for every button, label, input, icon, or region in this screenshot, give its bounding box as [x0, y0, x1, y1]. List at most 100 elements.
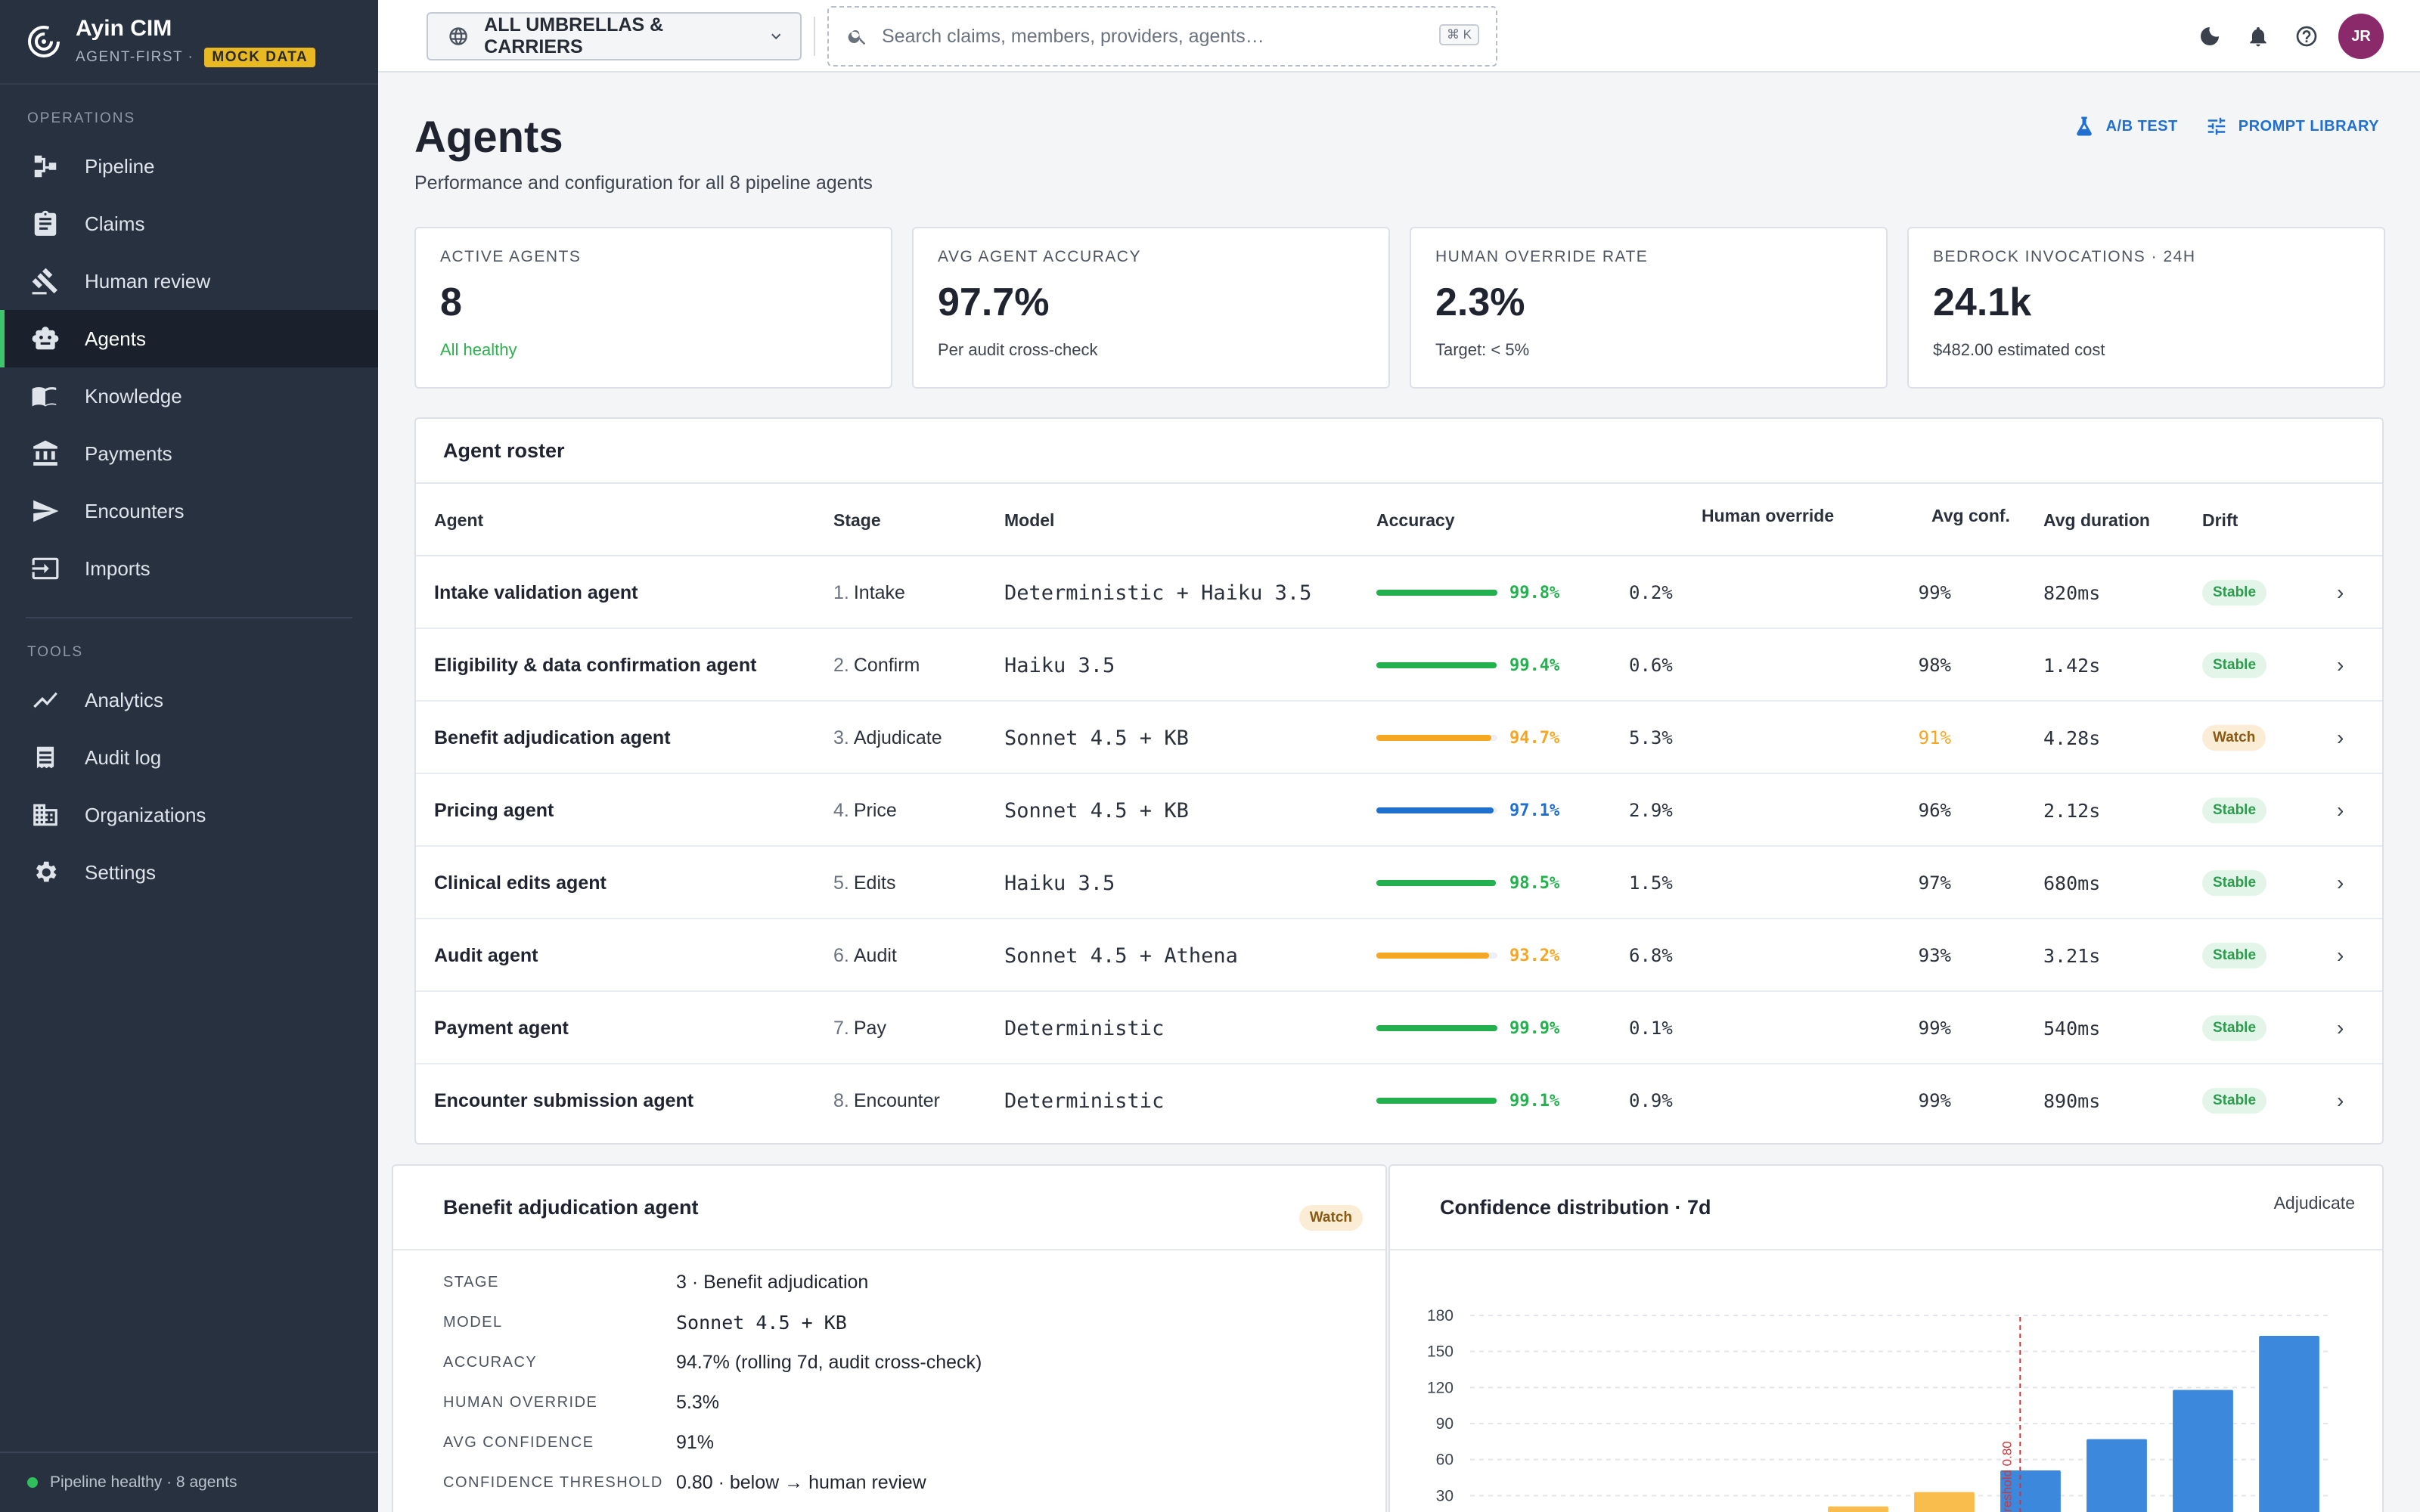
kpi-card: BEDROCK INVOCATIONS · 24H 24.1k $482.00 es…: [1907, 227, 2385, 389]
sidebar-item-settings[interactable]: Settings: [0, 844, 378, 901]
accuracy-bar: [1376, 953, 1497, 959]
detail-field-value: 3 · Benefit adjudication: [676, 1272, 869, 1293]
chevron-right-icon[interactable]: ›: [2337, 556, 2344, 629]
avg-confidence-value: 99%: [1918, 1018, 1951, 1039]
avg-confidence-value: 96%: [1918, 800, 1951, 821]
accuracy-cell: 98.5%: [1376, 847, 1559, 919]
col-drift[interactable]: Drift: [2202, 484, 2238, 556]
detail-field-key: STAGE: [443, 1274, 499, 1290]
col-accuracy[interactable]: Accuracy: [1376, 484, 1455, 556]
scope-selector[interactable]: ALL UMBRELLAS & CARRIERS: [427, 12, 802, 60]
chevron-right-icon[interactable]: ›: [2337, 919, 2344, 992]
sidebar-item-label: Claims: [85, 212, 145, 235]
confidence-chart-panel: Confidence distribution · 7d Adjudicate …: [1388, 1164, 2384, 1512]
global-search[interactable]: Search claims, members, providers, agent…: [827, 6, 1497, 67]
agent-name: Intake validation agent: [434, 581, 638, 603]
chevron-right-icon[interactable]: ›: [2337, 702, 2344, 774]
help-button[interactable]: [2282, 12, 2331, 60]
prompt-library-label: PROMPT LIBRARY: [2238, 117, 2379, 135]
accuracy-bar: [1376, 662, 1497, 668]
drift-badge: Stable: [2202, 652, 2267, 678]
page-subtitle: Performance and configuration for all 8 …: [414, 172, 873, 194]
avg-duration-value: 680ms: [2043, 872, 2101, 894]
accuracy-bar-fill: [1376, 1098, 1497, 1104]
detail-title: Benefit adjudication agent: [443, 1195, 699, 1219]
accuracy-bar: [1376, 590, 1497, 596]
sidebar-item-payments[interactable]: Payments: [0, 425, 378, 482]
agent-stage: 2. Confirm: [833, 629, 920, 702]
human-override-value: 2.9%: [1629, 800, 1673, 821]
agent-name: Benefit adjudication agent: [434, 727, 671, 748]
import-icon: [30, 553, 60, 584]
accuracy-cell: 99.8%: [1376, 556, 1559, 629]
detail-field-key: ACCURACY: [443, 1354, 538, 1371]
topbar-divider: [814, 17, 815, 56]
roster-title: Agent roster: [416, 419, 2382, 484]
search-placeholder: Search claims, members, providers, agent…: [882, 25, 1264, 47]
sidebar-item-knowledge[interactable]: Knowledge: [0, 367, 378, 425]
brand[interactable]: Ayin CIM AGENT-FIRST · MOCK DATA: [0, 0, 378, 85]
human-override-value: 0.9%: [1629, 1090, 1673, 1111]
book-icon: [30, 381, 60, 411]
ab-test-button[interactable]: A/B TEST: [2073, 115, 2178, 138]
table-row[interactable]: Encounter submission agent 8. Encounter Det…: [416, 1064, 2382, 1137]
chart-bar: [2259, 1336, 2319, 1512]
table-row[interactable]: Pricing agent 4. Price Sonnet 4.5 + KB 97.1%…: [416, 774, 2382, 847]
chevron-right-icon[interactable]: ›: [2337, 847, 2344, 919]
col-stage[interactable]: Stage: [833, 484, 881, 556]
sidebar-item-analytics[interactable]: Analytics: [0, 671, 378, 729]
table-row[interactable]: Audit agent 6. Audit Sonnet 4.5 + Athena 93.…: [416, 919, 2382, 992]
sidebar-item-organizations[interactable]: Organizations: [0, 786, 378, 844]
sidebar-item-label: Audit log: [85, 745, 162, 769]
theme-toggle-button[interactable]: [2186, 12, 2234, 60]
sidebar-item-encounters[interactable]: Encounters: [0, 482, 378, 540]
kpi-value: 24.1k: [1933, 280, 2032, 324]
chevron-right-icon[interactable]: ›: [2337, 992, 2344, 1064]
avg-confidence-value: 91%: [1918, 727, 1951, 748]
flask-icon: [2076, 116, 2092, 136]
accuracy-bar-fill: [1376, 880, 1496, 886]
sidebar-item-label: Organizations: [85, 803, 206, 826]
col-model[interactable]: Model: [1004, 484, 1054, 556]
detail-field: MODEL Sonnet 4.5 + KB: [393, 1303, 1385, 1343]
prompt-library-button[interactable]: PROMPT LIBRARY: [2205, 115, 2379, 138]
agent-model: Deterministic: [1004, 1016, 1165, 1040]
col-human-override[interactable]: Human override: [1702, 479, 1834, 552]
chevron-right-icon[interactable]: ›: [2337, 774, 2344, 847]
confidence-chart: 0306090120150180threshold 0.80: [1427, 1307, 2332, 1512]
table-row[interactable]: Benefit adjudication agent 3. Adjudicate So…: [416, 702, 2382, 774]
user-avatar[interactable]: JR: [2338, 14, 2384, 59]
pipeline-status: Pipeline healthy · 8 agents: [0, 1452, 378, 1512]
drift-badge: Stable: [2202, 798, 2267, 823]
human-override-value: 1.5%: [1629, 872, 1673, 894]
col-agent[interactable]: Agent: [434, 484, 483, 556]
accuracy-cell: 93.2%: [1376, 919, 1559, 992]
table-row[interactable]: Eligibility & data confirmation agent 2. C…: [416, 629, 2382, 702]
kpi-card: AVG AGENT ACCURACY 97.7% Per audit cross-c…: [912, 227, 1390, 389]
detail-field: CONFIDENCE THRESHOLD 0.80 · below → human…: [393, 1463, 1385, 1503]
table-row[interactable]: Intake validation agent 1. Intake Determini…: [416, 556, 2382, 629]
clipboard-icon: [30, 209, 60, 239]
sidebar-item-pipeline[interactable]: Pipeline: [0, 138, 378, 195]
chevron-right-icon[interactable]: ›: [2337, 1064, 2344, 1137]
sidebar-item-audit-log[interactable]: Audit log: [0, 729, 378, 786]
drift-badge: Stable: [2202, 1088, 2267, 1114]
table-row[interactable]: Payment agent 7. Pay Deterministic 99.9% 0.1%…: [416, 992, 2382, 1064]
col-avg-conf[interactable]: Avg conf.: [1931, 479, 2010, 552]
sidebar-item-claims[interactable]: Claims: [0, 195, 378, 253]
sidebar-divider: [26, 617, 352, 618]
main-content: Agents Performance and configuration for…: [378, 73, 2420, 1512]
gear-icon: [30, 857, 60, 888]
chart-stage-tag[interactable]: Adjudicate: [2274, 1193, 2355, 1213]
y-tick-label: 60: [1436, 1452, 1454, 1469]
col-avg-duration[interactable]: Avg duration: [2043, 484, 2150, 556]
avg-duration-value: 1.42s: [2043, 654, 2101, 677]
notifications-button[interactable]: [2234, 12, 2282, 60]
sidebar-item-imports[interactable]: Imports: [0, 540, 378, 597]
y-tick-label: 120: [1427, 1379, 1454, 1396]
drift-cell: Stable: [2202, 1064, 2267, 1137]
sidebar-item-human-review[interactable]: Human review: [0, 253, 378, 310]
chevron-right-icon[interactable]: ›: [2337, 629, 2344, 702]
sidebar-item-agents[interactable]: Agents: [0, 310, 378, 367]
table-row[interactable]: Clinical edits agent 5. Edits Haiku 3.5 98.5…: [416, 847, 2382, 919]
